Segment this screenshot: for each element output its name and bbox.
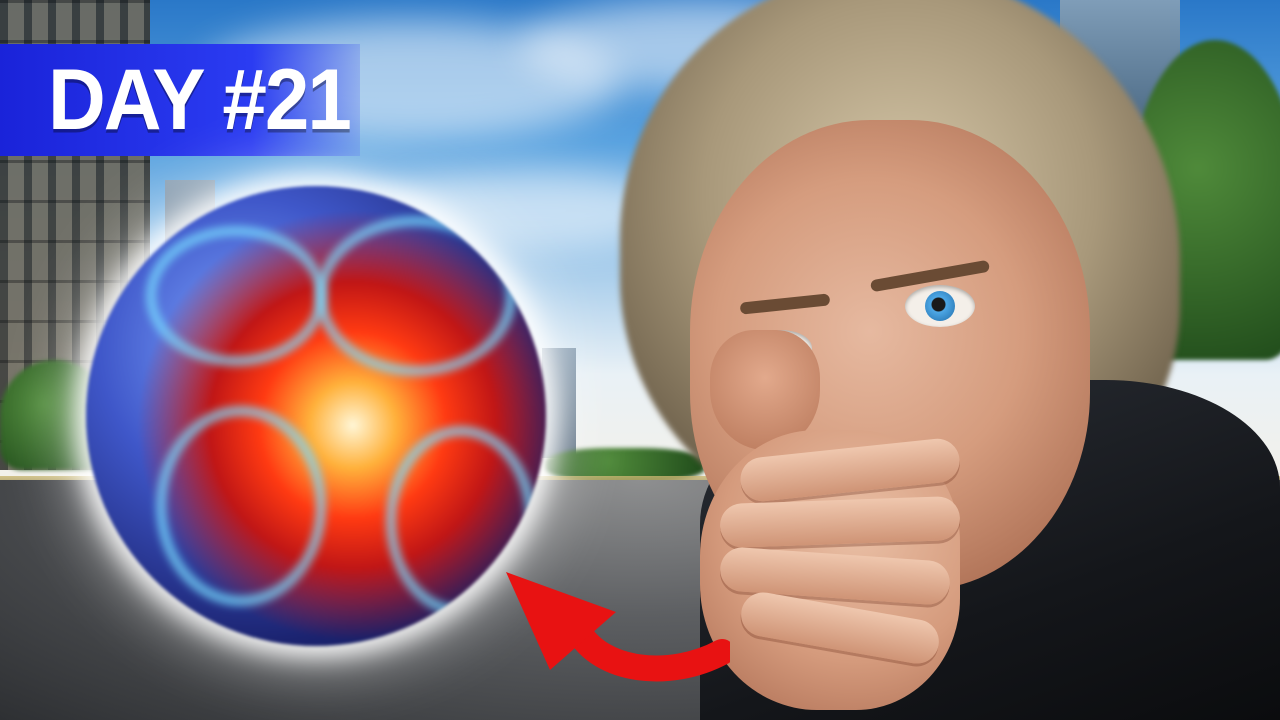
day-banner: DAY #21: [0, 44, 360, 156]
hand-over-mouth: [700, 430, 962, 710]
right-eye: [905, 285, 975, 327]
blurred-xray-orb: [86, 186, 546, 646]
curved-arrow-icon: [506, 572, 730, 682]
day-label: DAY #21: [48, 51, 352, 148]
